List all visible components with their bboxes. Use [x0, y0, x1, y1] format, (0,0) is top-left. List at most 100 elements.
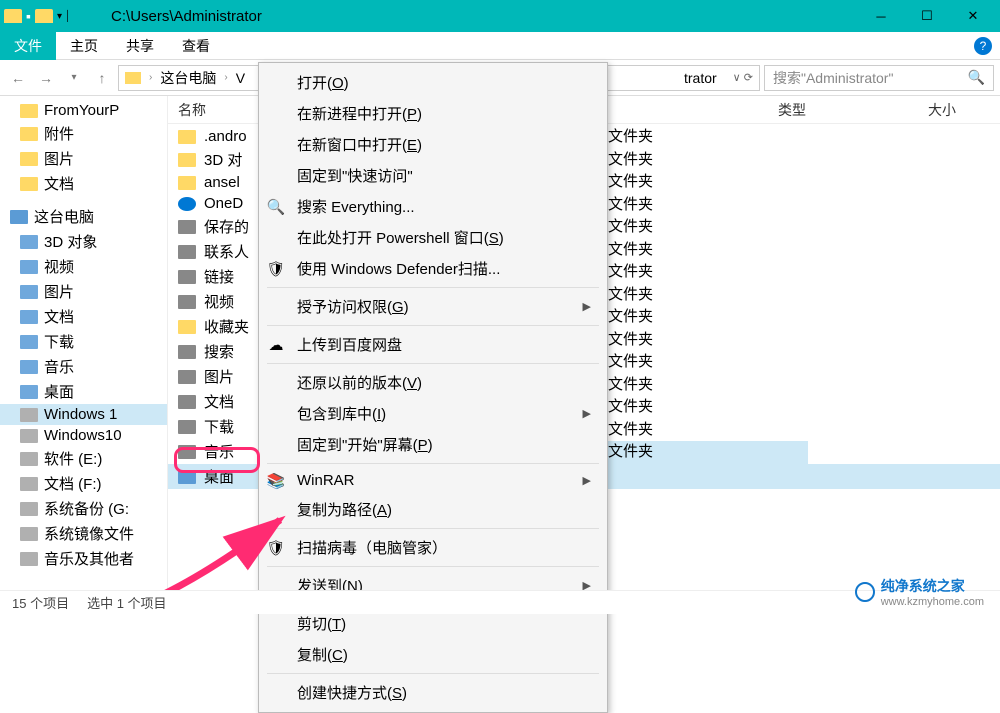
refresh-icon[interactable]: ∨ ⟳ — [733, 71, 753, 84]
menu-item[interactable]: 🛡 扫描病毒（电脑管家） — [259, 532, 607, 563]
menu-label: 复制为路径(A) — [297, 499, 392, 520]
cloud-icon: ☁ — [267, 336, 285, 354]
file-icon — [178, 320, 196, 334]
file-icon — [178, 220, 196, 234]
menu-item[interactable]: ☁ 上传到百度网盘 — [259, 329, 607, 360]
sidebar-item[interactable]: 文档 — [0, 304, 167, 329]
sidebar-item[interactable]: 图片 — [0, 146, 167, 171]
menu-label: 剪切(T) — [297, 613, 346, 634]
watermark-url: www.kzmyhome.com — [881, 596, 984, 608]
col-size[interactable]: 大小 — [918, 100, 998, 120]
qat-chevron[interactable]: ▾ │ — [57, 11, 71, 22]
file-icon — [178, 345, 196, 359]
forward-button[interactable]: → — [34, 66, 58, 90]
sidebar-label: 图片 — [44, 281, 74, 302]
menu-item[interactable]: 🔍 搜索 Everything... — [259, 191, 607, 222]
menu-item[interactable]: 打开(O) — [259, 67, 607, 98]
sidebar-item-thispc[interactable]: 这台电脑 — [0, 204, 167, 229]
menu-separator — [267, 566, 599, 567]
chevron-right-icon: › — [149, 72, 152, 83]
folder-icon — [35, 9, 53, 23]
sidebar-item[interactable]: 下载 — [0, 329, 167, 354]
menu-item[interactable]: 复制(C) — [259, 639, 607, 670]
sidebar-item[interactable]: FromYourP — [0, 100, 167, 121]
sidebar-label: FromYourP — [44, 102, 119, 119]
search-input[interactable]: 搜索"Administrator" 🔍 — [764, 65, 994, 91]
sidebar-label: 软件 (E:) — [44, 448, 102, 469]
sidebar-item[interactable]: Windows10 — [0, 425, 167, 446]
file-icon — [178, 176, 196, 190]
watermark-text: 纯净系统之家 — [881, 578, 965, 594]
context-menu: 打开(O) 在新进程中打开(P) 在新窗口中打开(E)固定到"快速访问" 🔍 搜索 Ev… — [258, 62, 608, 713]
menu-item[interactable]: 在新窗口中打开(E) — [259, 129, 607, 160]
menu-label: 扫描病毒（电脑管家） — [297, 537, 447, 558]
sidebar-label: 3D 对象 — [44, 231, 97, 252]
col-type[interactable]: 类型 — [768, 100, 878, 120]
sidebar-item[interactable]: 系统备份 (G: — [0, 496, 167, 521]
minimize-button[interactable]: ─ — [858, 0, 904, 32]
menu-label: 在新进程中打开(P) — [297, 103, 422, 124]
menu-item[interactable]: 在此处打开 Powershell 窗口(S) — [259, 222, 607, 253]
back-button[interactable]: ← — [6, 66, 30, 90]
file-icon — [178, 420, 196, 434]
file-type: 文件夹 — [608, 419, 808, 442]
menu-item[interactable]: 创建快捷方式(S) — [259, 677, 607, 708]
help-icon[interactable]: ? — [974, 37, 992, 55]
sidebar-item[interactable]: 视频 — [0, 254, 167, 279]
sidebar-label: 系统镜像文件 — [44, 523, 134, 544]
recent-button[interactable]: ▾ — [62, 66, 86, 90]
menu-item[interactable]: 固定到"快速访问" — [259, 160, 607, 191]
menu-label: 上传到百度网盘 — [297, 334, 402, 355]
menu-separator — [267, 463, 599, 464]
close-button[interactable]: ✕ — [950, 0, 996, 32]
sidebar-item[interactable]: 文档 — [0, 171, 167, 196]
menu-label: 搜索 Everything... — [297, 196, 415, 217]
menu-item[interactable]: 包含到库中(I)▶ — [259, 398, 607, 429]
sidebar-item[interactable]: 文档 (F:) — [0, 471, 167, 496]
menu-item[interactable]: 固定到"开始"屏幕(P) — [259, 429, 607, 460]
menu-item[interactable]: 复制为路径(A) — [259, 494, 607, 525]
breadcrumb-tail: trator — [684, 70, 717, 86]
file-type: 文件夹 — [608, 261, 808, 284]
sidebar-label: 下载 — [44, 331, 74, 352]
menu-item[interactable]: 📚 WinRAR ▶ — [259, 467, 607, 494]
search-icon[interactable]: 🔍 — [968, 69, 985, 86]
tab-file[interactable]: 文件 — [0, 32, 56, 60]
file-icon — [178, 445, 196, 459]
menu-item[interactable]: 在新进程中打开(P) — [259, 98, 607, 129]
tab-share[interactable]: 共享 — [112, 32, 168, 60]
file-icon — [178, 270, 196, 284]
breadcrumb-item[interactable]: V — [236, 70, 245, 86]
breadcrumb-item[interactable]: 这台电脑 — [160, 68, 216, 88]
tab-home[interactable]: 主页 — [56, 32, 112, 60]
sidebar-item[interactable]: 桌面 — [0, 379, 167, 404]
menu-item[interactable]: 还原以前的版本(V) — [259, 367, 607, 398]
window-title: C:\Users\Administrator — [111, 8, 262, 25]
sidebar-item[interactable]: 3D 对象 — [0, 229, 167, 254]
file-type: 文件夹 — [608, 126, 808, 149]
sidebar-item[interactable]: Windows 1 — [0, 404, 167, 425]
menu-label: 固定到"开始"屏幕(P) — [297, 434, 433, 455]
menu-item[interactable]: 授予访问权限(G)▶ — [259, 291, 607, 322]
qq-icon: 🛡 — [267, 539, 285, 557]
sidebar-item[interactable]: 附件 — [0, 121, 167, 146]
menu-separator — [267, 363, 599, 364]
status-count: 15 个项目 — [12, 593, 69, 612]
menu-label: WinRAR — [297, 472, 355, 489]
sidebar-item[interactable]: 系统镜像文件 — [0, 521, 167, 546]
file-type: 文件夹 — [608, 171, 808, 194]
search-icon: 🔍 — [267, 198, 285, 216]
sidebar-item[interactable]: 软件 (E:) — [0, 446, 167, 471]
menu-item[interactable]: 🛡使用 Windows Defender扫描... — [259, 253, 607, 284]
up-button[interactable]: ↑ — [90, 66, 114, 90]
tab-view[interactable]: 查看 — [168, 32, 224, 60]
maximize-button[interactable]: ☐ — [904, 0, 950, 32]
chevron-right-icon: ▶ — [583, 407, 591, 420]
file-type: 文件夹 — [608, 284, 808, 307]
chevron-right-icon: ▶ — [583, 474, 591, 487]
sidebar-item[interactable]: 图片 — [0, 279, 167, 304]
sidebar-item[interactable]: 音乐及其他者 — [0, 546, 167, 571]
menu-label: 创建快捷方式(S) — [297, 682, 407, 703]
sidebar-item[interactable]: 音乐 — [0, 354, 167, 379]
rar-icon: 📚 — [267, 472, 285, 490]
